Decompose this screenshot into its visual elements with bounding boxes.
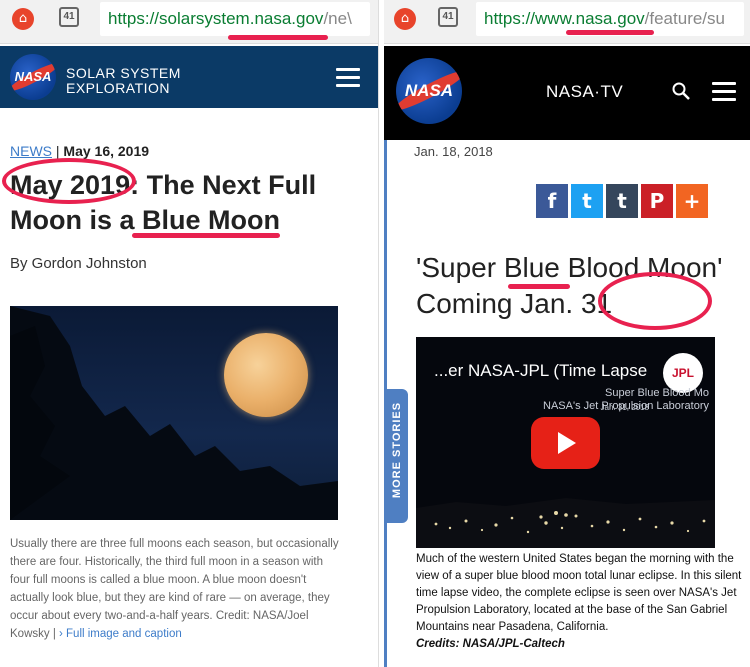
- article-date: Jan. 18, 2018: [414, 144, 493, 159]
- video-player[interactable]: ...er NASA-JPL (Time Lapse JPL Super Blu…: [416, 337, 715, 548]
- video-date: Jan. 31, 2018: [600, 403, 649, 412]
- annotation-circle: [2, 158, 136, 204]
- pinterest-icon[interactable]: P: [641, 184, 673, 218]
- right-screenshot: ⌂ 41 https://www.nasa.gov/feature/su NAS…: [384, 0, 750, 667]
- video-caption: Much of the western United States began …: [416, 551, 746, 653]
- annotation-underline: [566, 30, 654, 35]
- tab-count-icon[interactable]: 41: [438, 7, 458, 27]
- share-buttons: f t t P +: [536, 184, 708, 218]
- caption-credits: Credits: NASA/JPL-Caltech: [416, 638, 565, 650]
- home-icon[interactable]: ⌂: [12, 8, 34, 30]
- article-date: May 16, 2019: [63, 143, 150, 159]
- logo-text: NASA: [404, 81, 454, 100]
- url-path: /ne\: [323, 9, 352, 28]
- meta-separator: |: [52, 143, 64, 159]
- play-icon[interactable]: [531, 417, 600, 469]
- caption-text: Much of the western United States began …: [416, 553, 742, 633]
- tree-silhouette: [10, 306, 338, 520]
- url-field[interactable]: https://solarsystem.nasa.gov/ne\: [100, 2, 370, 36]
- site-header: NASA SOLAR SYSTEM EXPLORATION: [0, 46, 378, 108]
- site-title-line2: EXPLORATION: [66, 80, 171, 96]
- nasa-logo[interactable]: NASA: [396, 58, 462, 124]
- twitter-icon[interactable]: t: [571, 184, 603, 218]
- logo-text: NASA: [14, 69, 52, 84]
- photo-caption: Usually there are three full moons each …: [10, 535, 340, 643]
- more-stories-tab[interactable]: MORE STORIES: [384, 389, 408, 523]
- annotation-circle: [598, 272, 712, 330]
- url-scheme: https://: [484, 9, 536, 28]
- tab-count-icon[interactable]: 41: [59, 7, 79, 27]
- url-host: www.nasa.gov: [535, 9, 645, 28]
- video-title: ...er NASA-JPL (Time Lapse: [434, 361, 648, 380]
- url-path: /feature/su: [644, 9, 725, 28]
- full-image-link[interactable]: › Full image and caption: [59, 628, 182, 640]
- caption-text: Usually there are three full moons each …: [10, 538, 339, 640]
- more-stories-label: MORE STORIES: [391, 401, 403, 499]
- menu-icon[interactable]: [712, 82, 736, 102]
- site-title[interactable]: SOLAR SYSTEM EXPLORATION: [66, 66, 181, 96]
- left-screenshot: ⌂ 41 https://solarsystem.nasa.gov/ne\ NA…: [0, 0, 378, 667]
- menu-icon[interactable]: [336, 68, 360, 88]
- site-title-line1: SOLAR SYSTEM: [66, 65, 181, 81]
- annotation-underline: [228, 35, 328, 40]
- annotation-underline: [132, 233, 280, 238]
- article-meta: NEWS | May 16, 2019: [10, 143, 149, 159]
- tumblr-icon[interactable]: t: [606, 184, 638, 218]
- city-lights: [416, 498, 715, 548]
- nasa-tv-link[interactable]: NASA·TV: [546, 82, 623, 102]
- nasa-tv-header: NASA NASA·TV: [384, 46, 750, 140]
- more-share-icon[interactable]: +: [676, 184, 708, 218]
- url-host: solarsystem.nasa.gov: [159, 9, 324, 28]
- video-subtitle-line1: Super Blue Blood Mo: [605, 387, 709, 399]
- nasa-logo[interactable]: NASA: [10, 54, 56, 100]
- category-link[interactable]: NEWS: [10, 143, 52, 159]
- facebook-icon[interactable]: f: [536, 184, 568, 218]
- browser-toolbar: ⌂ 41 https://www.nasa.gov/feature/su: [384, 0, 750, 44]
- annotation-underline: [508, 284, 570, 289]
- moon-photo[interactable]: [10, 306, 338, 520]
- search-icon[interactable]: [672, 82, 690, 100]
- article-byline: By Gordon Johnston: [10, 255, 147, 272]
- url-scheme: https://: [108, 9, 160, 28]
- home-icon[interactable]: ⌂: [394, 8, 416, 30]
